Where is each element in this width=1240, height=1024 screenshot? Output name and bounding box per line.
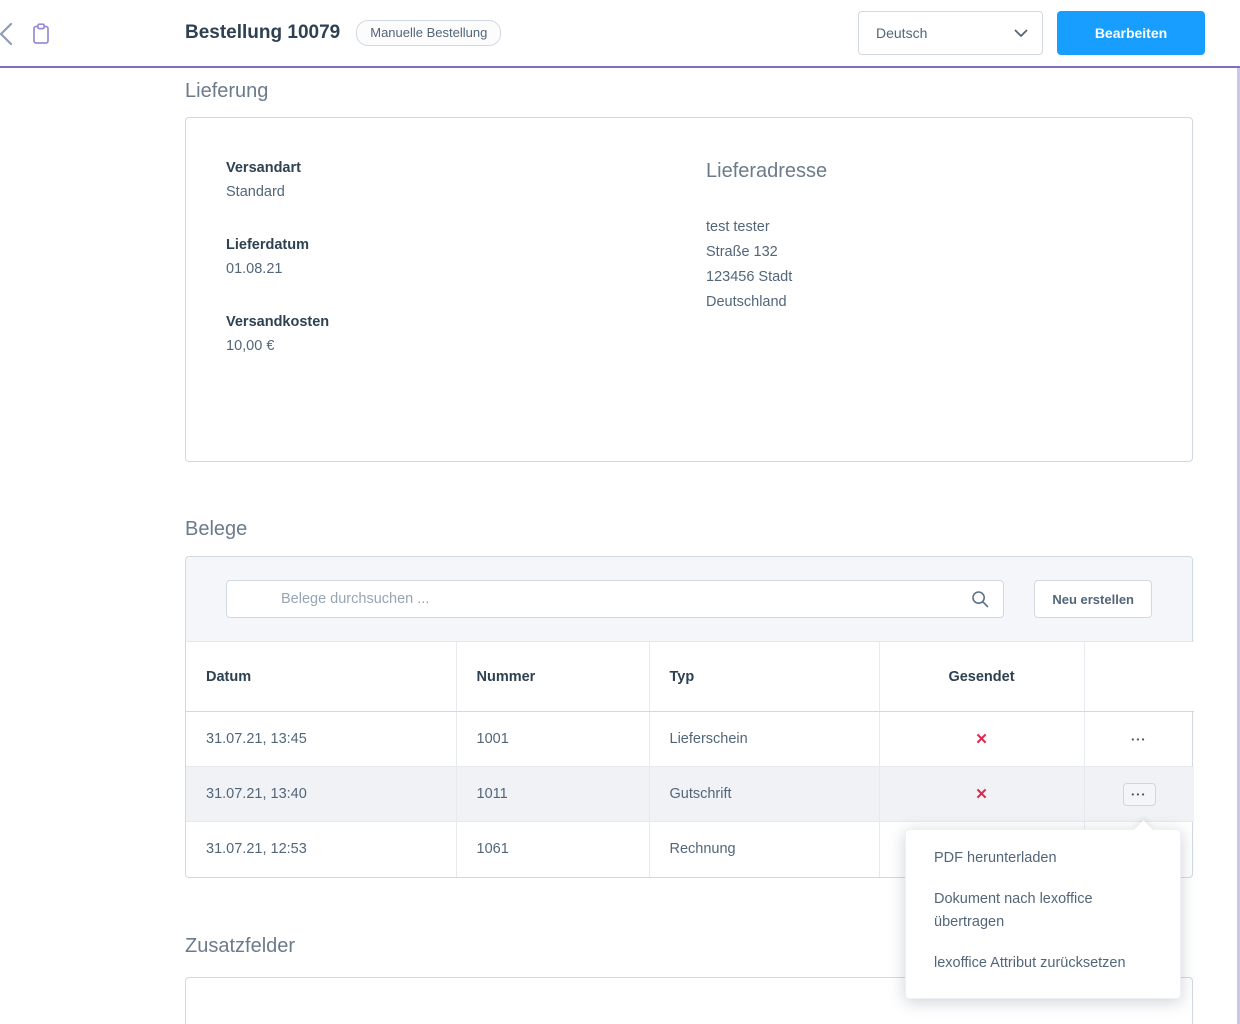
column-header-datum: Datum xyxy=(186,642,456,712)
search-field-wrap xyxy=(226,580,1004,618)
delivery-section-title: Lieferung xyxy=(185,80,1193,103)
page-title: Bestellung 10079 xyxy=(185,22,340,44)
column-header-nummer: Nummer xyxy=(456,642,649,712)
table-header-row: Datum Nummer Typ Gesendet xyxy=(186,642,1194,712)
context-menu-button-active[interactable]: ••• xyxy=(1123,783,1156,806)
field-value: Standard xyxy=(226,184,706,200)
cell-nummer: 1001 xyxy=(456,712,649,767)
cell-nummer: 1061 xyxy=(456,822,649,877)
header: Bestellung 10079 Manuelle Bestellung Deu… xyxy=(0,0,1240,68)
not-sent-cross-icon: ✕ xyxy=(975,786,988,803)
address-line: test tester xyxy=(706,215,1152,240)
menu-item-reset-lexoffice-attribute[interactable]: lexoffice Attribut zurücksetzen xyxy=(906,943,1180,984)
address-line: Straße 132 xyxy=(706,240,1152,265)
field-label: Versandkosten xyxy=(226,314,706,330)
cell-typ: Lieferschein xyxy=(649,712,879,767)
column-header-typ: Typ xyxy=(649,642,879,712)
address-line: Deutschland xyxy=(706,290,1152,315)
column-header-gesendet: Gesendet xyxy=(879,642,1084,712)
clipboard-icon xyxy=(30,23,52,45)
search-icon xyxy=(970,589,990,609)
header-actions: Deutsch Bearbeiten xyxy=(858,11,1205,55)
cell-typ: Gutschrift xyxy=(649,767,879,822)
shipping-method-field: Versandart Standard xyxy=(226,160,706,200)
not-sent-cross-icon: ✕ xyxy=(975,731,988,748)
cell-datum: 31.07.21, 13:40 xyxy=(186,767,456,822)
language-select[interactable]: Deutsch xyxy=(858,11,1043,55)
back-chevron-icon[interactable] xyxy=(0,21,19,47)
cell-typ: Rechnung xyxy=(649,822,879,877)
documents-section-title: Belege xyxy=(185,518,1193,541)
table-row[interactable]: 31.07.21, 13:40 1011 Gutschrift ✕ ••• xyxy=(186,767,1194,822)
shipping-costs-field: Versandkosten 10,00 € xyxy=(226,314,706,354)
menu-item-download-pdf[interactable]: PDF herunterladen xyxy=(906,838,1180,879)
shipping-address-title: Lieferadresse xyxy=(706,160,1152,183)
menu-item-transfer-lexoffice[interactable]: Dokument nach lexoffice übertragen xyxy=(906,879,1180,943)
column-header-actions xyxy=(1084,642,1194,712)
document-context-menu: PDF herunterladen Dokument nach lexoffic… xyxy=(905,829,1181,999)
documents-search-input[interactable] xyxy=(226,580,1004,618)
address-line: 123456 Stadt xyxy=(706,265,1152,290)
delivery-card: Versandart Standard Lieferdatum 01.08.21… xyxy=(185,117,1193,462)
order-detail-page: Bestellung 10079 Manuelle Bestellung Deu… xyxy=(0,0,1240,1024)
field-label: Versandart xyxy=(226,160,706,176)
chevron-down-icon xyxy=(1014,25,1028,41)
table-row[interactable]: 31.07.21, 13:45 1001 Lieferschein ✕ ••• xyxy=(186,712,1194,767)
delivery-date-field: Lieferdatum 01.08.21 xyxy=(226,237,706,277)
field-value: 10,00 € xyxy=(226,338,706,354)
shipping-address: Lieferadresse test tester Straße 132 123… xyxy=(706,160,1152,419)
delivery-fields: Versandart Standard Lieferdatum 01.08.21… xyxy=(226,160,706,419)
cell-nummer: 1011 xyxy=(456,767,649,822)
context-menu-button[interactable]: ••• xyxy=(1128,729,1151,750)
create-document-button[interactable]: Neu erstellen xyxy=(1034,580,1152,618)
documents-toolbar: Neu erstellen xyxy=(186,557,1192,641)
order-type-badge: Manuelle Bestellung xyxy=(356,20,501,46)
cell-datum: 31.07.21, 13:45 xyxy=(186,712,456,767)
cell-datum: 31.07.21, 12:53 xyxy=(186,822,456,877)
language-select-value: Deutsch xyxy=(876,25,927,41)
edit-button[interactable]: Bearbeiten xyxy=(1057,11,1205,55)
field-label: Lieferdatum xyxy=(226,237,706,253)
field-value: 01.08.21 xyxy=(226,261,706,277)
